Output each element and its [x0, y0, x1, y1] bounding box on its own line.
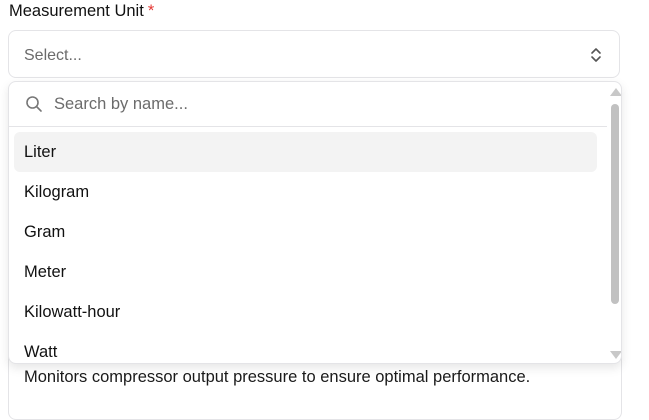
select-placeholder: Select... — [24, 47, 82, 64]
field-label-text: Measurement Unit — [9, 2, 144, 20]
option-kilogram[interactable]: Kilogram — [14, 172, 597, 212]
scroll-up-icon[interactable] — [610, 88, 621, 96]
field-label: Measurement Unit * — [9, 1, 154, 21]
chevron-up-down-icon — [591, 48, 601, 62]
dropdown-scrollbar[interactable] — [607, 82, 621, 363]
scroll-down-icon[interactable] — [610, 351, 621, 359]
dropdown-search — [9, 82, 607, 127]
search-input[interactable] — [54, 92, 574, 116]
option-watt[interactable]: Watt — [14, 332, 597, 363]
option-kilowatt-hour[interactable]: Kilowatt-hour — [14, 292, 597, 332]
measurement-unit-select[interactable]: Select... — [8, 30, 620, 78]
option-liter[interactable]: Liter — [14, 132, 597, 172]
unit-dropdown: Liter Kilogram Gram Meter Kilowatt-hour … — [8, 81, 622, 364]
options-list: Liter Kilogram Gram Meter Kilowatt-hour … — [9, 132, 607, 363]
search-icon — [26, 96, 42, 112]
option-gram[interactable]: Gram — [14, 212, 597, 252]
option-meter[interactable]: Meter — [14, 252, 597, 292]
required-marker: * — [147, 2, 155, 20]
description-text: Monitors compressor output pressure to e… — [24, 368, 531, 386]
scrollbar-thumb[interactable] — [611, 104, 619, 304]
